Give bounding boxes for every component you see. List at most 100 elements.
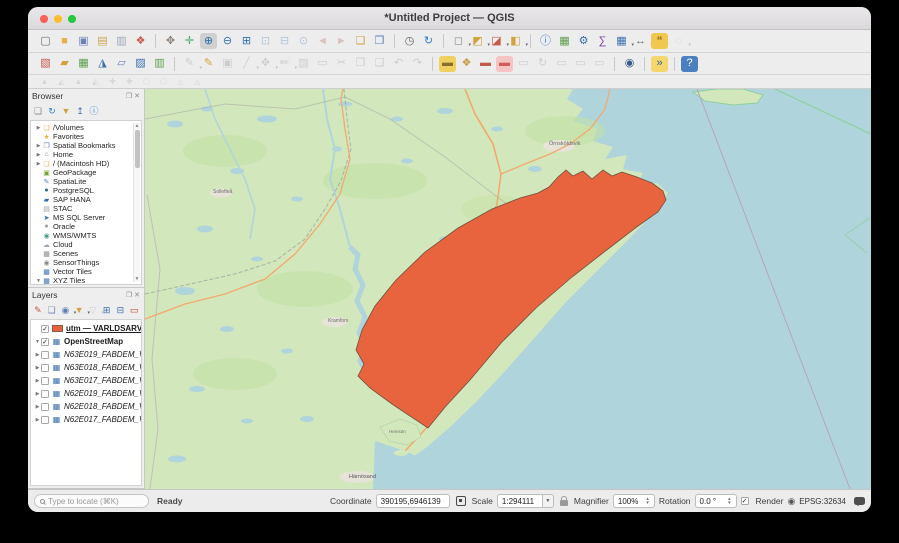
scroll-down-icon[interactable]: ▼ bbox=[135, 276, 140, 282]
mesh-digitizing-3-button[interactable]: ▲ bbox=[71, 76, 86, 87]
filter-browser-button[interactable]: ▼ bbox=[59, 105, 73, 118]
style-manager-button[interactable]: ❖ bbox=[132, 33, 149, 49]
pin-labels-button[interactable]: ▬ bbox=[477, 56, 494, 72]
layer-item-n63e018-fabdem-v1-2[interactable]: ▶▦N63E018_FABDEM_V1-2 bbox=[31, 361, 141, 374]
run-feature-action-button[interactable]: ▦ bbox=[556, 33, 573, 49]
undo-button[interactable]: ↶ bbox=[390, 56, 407, 72]
layer-item-n62e018-fabdem-v1-2[interactable]: ▶▦N62E018_FABDEM_V1-2 bbox=[31, 400, 141, 413]
dropdown-arrow-icon[interactable]: ▾ bbox=[688, 43, 691, 48]
browser-item-wms-wmts[interactable]: ◉WMS/WMTS bbox=[31, 231, 141, 240]
zoom-to-selection-button[interactable]: ⊡ bbox=[257, 33, 274, 49]
layer-item-openstreetmap[interactable]: ▼✓▦OpenStreetMap bbox=[31, 335, 141, 348]
paste-features-button[interactable]: ❑ bbox=[371, 56, 388, 72]
browser-item-favorites[interactable]: ★Favorites bbox=[31, 132, 141, 141]
layer-visibility-checkbox[interactable] bbox=[41, 403, 49, 411]
zoom-window-button[interactable] bbox=[68, 15, 76, 23]
browser-item-scenes[interactable]: ▦Scenes bbox=[31, 249, 141, 258]
redo-button[interactable]: ↷ bbox=[409, 56, 426, 72]
browser-item-sap-hana[interactable]: ▰SAP HANA bbox=[31, 195, 141, 204]
dropdown-arrow-icon[interactable]: ▾ bbox=[525, 43, 528, 48]
cut-features-button[interactable]: ✂ bbox=[333, 56, 350, 72]
coordinate-input[interactable]: 390195,6946139 bbox=[376, 494, 450, 508]
select-by-value-button[interactable]: ◩▾ bbox=[469, 33, 486, 49]
zoom-native-button[interactable]: ⊙ bbox=[295, 33, 312, 49]
refresh-map-button[interactable]: ↻ bbox=[420, 33, 437, 49]
close-window-button[interactable] bbox=[40, 15, 48, 23]
expander-icon[interactable]: ▶ bbox=[35, 125, 42, 131]
open-project-button[interactable]: ■ bbox=[56, 33, 73, 49]
new-print-layout-button[interactable]: ▤ bbox=[94, 33, 111, 49]
mesh-digitizing-1-button[interactable]: ▲ bbox=[37, 76, 52, 87]
save-layer-edits-button[interactable]: ▣ bbox=[219, 56, 236, 72]
zoom-last-button[interactable]: ◄ bbox=[314, 33, 331, 49]
toggle-editing-button[interactable]: ✎ bbox=[200, 56, 217, 72]
map-tips-button[interactable]: ❝ bbox=[651, 33, 668, 49]
mesh-digitizing-7-button[interactable]: ⬡ bbox=[139, 76, 154, 87]
new-map-view-button[interactable]: ❏ bbox=[352, 33, 369, 49]
scroll-up-icon[interactable]: ▲ bbox=[135, 123, 140, 129]
rotation-stepper[interactable] bbox=[727, 497, 731, 505]
expand-all-layers-button[interactable]: ⊞ bbox=[100, 304, 114, 317]
layer-item-n63e017-fabdem-v1-2[interactable]: ▶▦N63E017_FABDEM_V1-2 bbox=[31, 374, 141, 387]
layer-item-n63e019-fabdem-v1-2[interactable]: ▶▦N63E019_FABDEM_V1-2 bbox=[31, 348, 141, 361]
collapse-all-button[interactable]: ↥ bbox=[73, 105, 87, 118]
render-checkbox[interactable]: ✓ bbox=[741, 497, 749, 505]
layer-item-utm-varldsarv[interactable]: ✓utm — VARLDSARV bbox=[31, 322, 141, 335]
title-bar[interactable]: *Untitled Project — QGIS bbox=[28, 7, 871, 30]
messages-icon[interactable] bbox=[854, 497, 865, 505]
metasearch-button[interactable]: ◉ bbox=[621, 56, 638, 72]
browser-item-spatial-bookmarks[interactable]: ▶❒Spatial Bookmarks bbox=[31, 141, 141, 150]
minimize-window-button[interactable] bbox=[54, 15, 62, 23]
scale-dropdown-icon[interactable]: ▼ bbox=[543, 494, 554, 508]
filter-legend-button[interactable]: ▼▾ bbox=[72, 304, 86, 317]
vertex-tool-button[interactable]: ✏▾ bbox=[276, 56, 293, 72]
expander-icon[interactable]: ▶ bbox=[35, 161, 42, 167]
copy-features-button[interactable]: ❐ bbox=[352, 56, 369, 72]
mesh-digitizing-2-button[interactable]: ◭ bbox=[54, 76, 69, 87]
curved-label-button[interactable]: ▭ bbox=[572, 56, 589, 72]
pan-map-button[interactable]: ✥ bbox=[162, 33, 179, 49]
add-wms-layer-button[interactable]: ▥ bbox=[151, 56, 168, 72]
zoom-out-button[interactable]: ⊖ bbox=[219, 33, 236, 49]
deselect-features-button[interactable]: ◪▾ bbox=[488, 33, 505, 49]
layer-labeling-options-button[interactable]: ▬ bbox=[439, 56, 456, 72]
identify-features-button[interactable]: ⓘ bbox=[537, 33, 554, 49]
zoom-full-button[interactable]: ⊞ bbox=[238, 33, 255, 49]
layer-visibility-checkbox[interactable] bbox=[41, 364, 49, 372]
browser-item-xyz-tiles[interactable]: ▼▦XYZ Tiles bbox=[31, 276, 141, 285]
collapse-all-layers-button[interactable]: ⊟ bbox=[114, 304, 128, 317]
browser-item-geopackage[interactable]: ▣GeoPackage bbox=[31, 168, 141, 177]
layer-visibility-checkbox[interactable] bbox=[41, 416, 49, 424]
browser-item-home[interactable]: ▶⌂Home bbox=[31, 150, 141, 159]
select-features-button[interactable]: ◻▾ bbox=[450, 33, 467, 49]
save-project-button[interactable]: ▣ bbox=[75, 33, 92, 49]
browser-dock-icon[interactable]: ❐ bbox=[126, 92, 132, 100]
temporal-controller-button[interactable]: ◷ bbox=[401, 33, 418, 49]
add-group-button[interactable]: ❏ bbox=[45, 304, 59, 317]
mesh-digitizing-6-button[interactable]: ✚ bbox=[122, 76, 137, 87]
lock-scale-icon[interactable] bbox=[560, 500, 568, 506]
layers-close-icon[interactable]: ✕ bbox=[134, 291, 140, 299]
locator-input[interactable]: Type to locate (⌘K) bbox=[34, 494, 149, 508]
help-button[interactable]: ? bbox=[681, 56, 698, 72]
modify-attributes-button[interactable]: ▨ bbox=[295, 56, 312, 72]
add-raster-layer-button[interactable]: ▦ bbox=[75, 56, 92, 72]
add-delimited-text-layer-button[interactable]: ▨ bbox=[132, 56, 149, 72]
browser-item-oracle[interactable]: ●Oracle bbox=[31, 222, 141, 231]
browser-item-vector-tiles[interactable]: ▦Vector Tiles bbox=[31, 267, 141, 276]
new-project-button[interactable]: ▢ bbox=[37, 33, 54, 49]
browser-close-icon[interactable]: ✕ bbox=[134, 92, 140, 100]
change-label-properties-button[interactable]: ▭ bbox=[553, 56, 570, 72]
expander-icon[interactable]: ▶ bbox=[35, 143, 42, 149]
layer-item-n62e017-fabdem-v1-2[interactable]: ▶▦N62E017_FABDEM_V1-2 bbox=[31, 413, 141, 426]
statistical-summary-button[interactable]: ∑ bbox=[594, 33, 611, 49]
add-feature-button[interactable]: ╱▾ bbox=[238, 56, 255, 72]
processing-toolbox-button[interactable]: ⚙ bbox=[575, 33, 592, 49]
browser-scrollbar[interactable]: ▲ ▼ bbox=[133, 123, 140, 282]
expander-icon[interactable]: ▼ bbox=[34, 339, 41, 345]
show-spatial-bookmarks-button[interactable]: ❒ bbox=[371, 33, 388, 49]
pan-to-selection-button[interactable]: ✛ bbox=[181, 33, 198, 49]
move-label-button[interactable]: ▭ bbox=[515, 56, 532, 72]
zoom-magnifier-button[interactable]: ◌▾ bbox=[670, 33, 687, 49]
layer-item-n62e019-fabdem-v1-2[interactable]: ▶▦N62E019_FABDEM_V1-2 bbox=[31, 387, 141, 400]
